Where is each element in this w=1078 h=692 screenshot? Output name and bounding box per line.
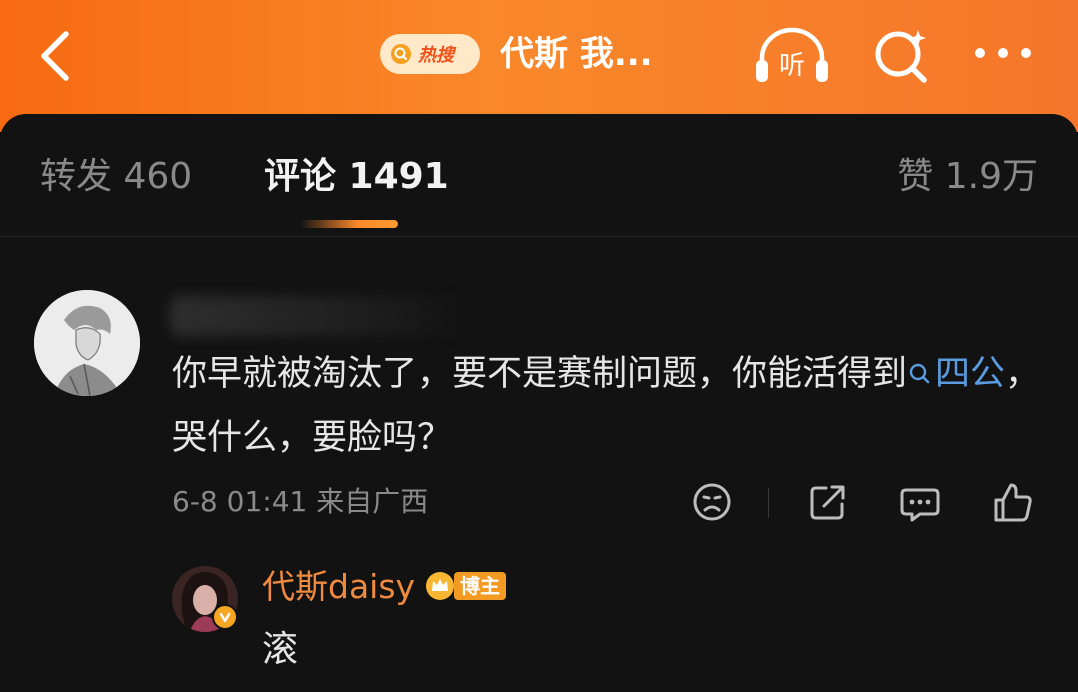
- avatar-image: [34, 290, 140, 396]
- reply-author-name[interactable]: 代斯daisy: [262, 564, 415, 610]
- like-button[interactable]: [990, 480, 1034, 524]
- back-button[interactable]: [32, 28, 80, 84]
- host-label: 博主: [454, 572, 506, 600]
- actions-separator: [768, 488, 769, 518]
- blurred-username: [170, 296, 470, 336]
- chevron-left-icon: [41, 31, 69, 81]
- listen-label: 听: [779, 51, 805, 81]
- thumbs-up-icon: [994, 483, 1032, 522]
- tab-repost[interactable]: 转发 460: [40, 152, 192, 202]
- dislike-button[interactable]: [690, 480, 734, 524]
- search-button[interactable]: [868, 22, 938, 88]
- hot-search-badge[interactable]: 热搜: [380, 34, 480, 74]
- hot-search-icon: [391, 44, 411, 64]
- reply-button[interactable]: [898, 480, 942, 524]
- comment-meta: 6-8 01:41 来自广西: [172, 482, 428, 522]
- reply-icon: [900, 488, 940, 522]
- verified-badge-icon: [212, 604, 238, 630]
- crown-icon: [426, 572, 454, 600]
- share-button[interactable]: [806, 480, 850, 524]
- listen-button[interactable]: 听: [752, 24, 832, 88]
- search-icon: [875, 30, 927, 83]
- tabs-divider: [0, 236, 1078, 237]
- topic-title[interactable]: 代斯 我...: [500, 32, 653, 76]
- host-badge: 博主: [424, 568, 512, 604]
- more-dots-icon: [975, 48, 1031, 58]
- comment-body: 你早就被淘汰了，要不是赛制问题，你能活得到 四公，哭什么，要脸吗？: [172, 342, 1052, 470]
- hot-search-label: 热搜: [418, 45, 454, 66]
- tab-comment[interactable]: 评论 1491: [264, 152, 449, 202]
- dislike-face-icon: [693, 483, 731, 521]
- commenter-avatar[interactable]: [34, 290, 140, 396]
- headphones-icon: 听: [756, 27, 828, 82]
- topic-link[interactable]: 四公: [907, 354, 1005, 394]
- more-button[interactable]: [968, 38, 1038, 68]
- active-tab-indicator: [300, 220, 398, 228]
- share-icon: [810, 485, 845, 520]
- top-bar: 热搜 代斯 我... 听: [0, 0, 1078, 132]
- topic-link-label: 四公: [935, 354, 1006, 394]
- tab-like[interactable]: 赞 1.9万: [897, 152, 1038, 202]
- comment-location: 来自广西: [316, 485, 429, 518]
- comment-time: 6-8 01:41: [172, 485, 308, 518]
- search-icon: [909, 363, 930, 384]
- comment-text-part1: 你早就被淘汰了，要不是赛制问题，你能活得到: [172, 354, 908, 394]
- reply-text: 滚: [262, 629, 299, 670]
